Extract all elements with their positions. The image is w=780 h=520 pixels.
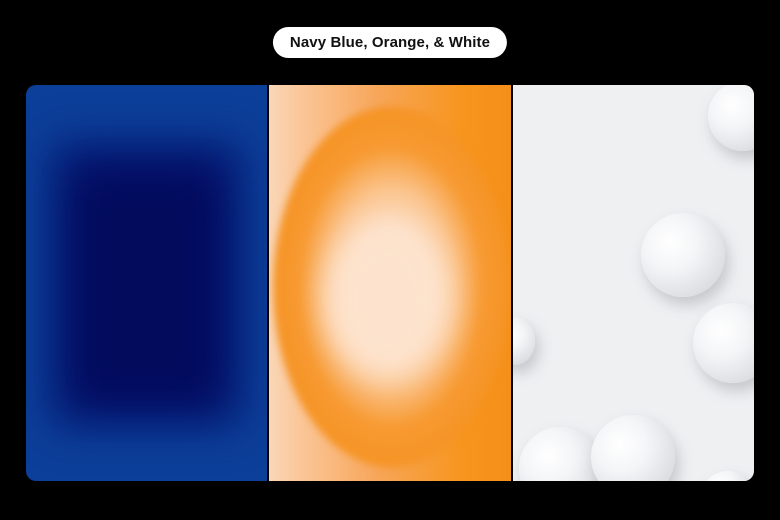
orange-panel <box>269 85 511 481</box>
color-swatch-panels <box>26 85 754 481</box>
navy-inner-core <box>81 180 213 396</box>
navy-panel <box>26 85 268 481</box>
stage: Navy Blue, Orange, & White <box>0 0 780 520</box>
sphere <box>707 85 754 151</box>
sphere <box>518 427 601 481</box>
sphere <box>590 415 675 481</box>
sphere <box>640 213 725 297</box>
peach-glow-core <box>327 225 448 375</box>
sphere <box>702 471 753 481</box>
page-title: Navy Blue, Orange, & White <box>272 27 508 58</box>
white-panel <box>512 85 754 481</box>
sphere <box>512 317 535 365</box>
sphere <box>692 303 754 383</box>
